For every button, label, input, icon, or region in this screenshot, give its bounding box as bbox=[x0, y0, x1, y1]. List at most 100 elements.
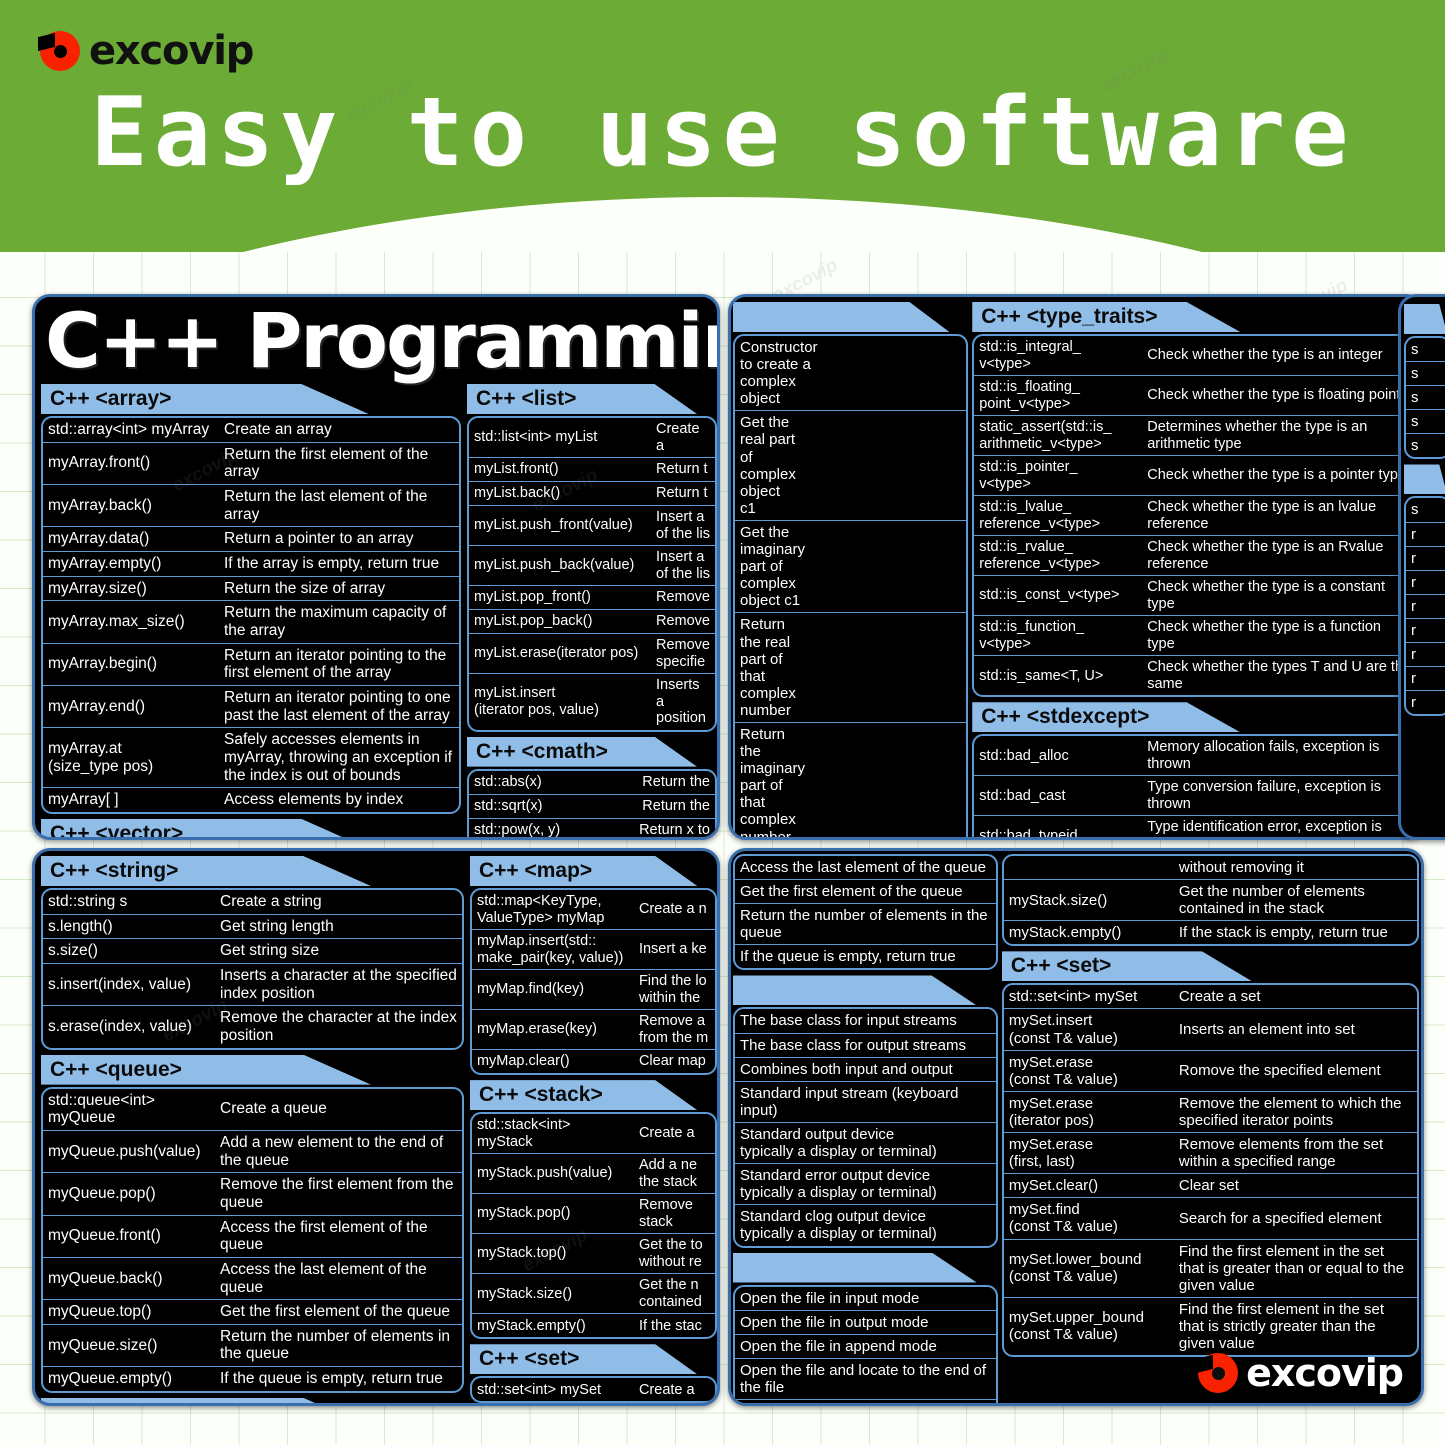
table-row: myQueue.front() Access the first element … bbox=[43, 1214, 462, 1257]
table-cell-desc: Create a set bbox=[1178, 988, 1261, 1006]
table-row: myList.push_back(value) Insert a of the li… bbox=[469, 545, 715, 585]
table-row: myList.erase(iterator pos) Remove specifie bbox=[469, 633, 715, 673]
table-cell-key: mySet.erase (const T& value) bbox=[1008, 1053, 1118, 1088]
table-row: myList.pop_front() Remove bbox=[469, 585, 715, 609]
table-cell-desc: Remove stack bbox=[638, 1197, 693, 1230]
table-cell-desc: Create a queue bbox=[220, 1100, 327, 1118]
table-cell-desc: Get the n contained bbox=[638, 1277, 702, 1310]
sticker-panel-bottom-left: C++ <string> std::string s Create a strin… bbox=[32, 848, 720, 1406]
table-row: myArray.empty() If the array is empty, re… bbox=[43, 550, 459, 576]
table-cell-desc: Inserts a position bbox=[656, 677, 706, 727]
table-cell-desc: Get the number of elements contained in … bbox=[1178, 883, 1365, 918]
table-row: std::is_integral_ v<type> Check whether th… bbox=[974, 336, 1417, 375]
table-row: myList.front() Return t bbox=[469, 457, 715, 481]
table-row: myArray.back() Return the last element of… bbox=[43, 483, 459, 526]
table-cell-key: mySet.clear() bbox=[1008, 1177, 1099, 1195]
table-row: s.erase(index, value) Remove the characte… bbox=[43, 1005, 462, 1047]
table-cell-key: myArray.back() bbox=[48, 496, 152, 514]
table-cell-desc: The base class for input streams bbox=[740, 1012, 957, 1030]
table-cell-desc: Inserts an element into set bbox=[1178, 1021, 1355, 1039]
table-cell-key: std::is_function_ v<type> bbox=[979, 619, 1085, 652]
table-cell-key: myArray.begin() bbox=[48, 655, 158, 673]
table-row: Open the file and truncate the file bbox=[735, 1398, 996, 1404]
table-row: std::is_rvalue_ reference_v<type> Check wh… bbox=[974, 535, 1417, 575]
table-row: myStack.pop() Remove stack bbox=[471, 1193, 715, 1233]
table-cell-key: std::stack<int> myStack bbox=[476, 1117, 571, 1150]
table-row: myList.pop_back() Remove bbox=[469, 609, 715, 633]
table-row: myStack.push(value) Add a ne the stack bbox=[471, 1153, 715, 1193]
table-row: myArray.max_size() Return the maximum cap… bbox=[43, 600, 459, 642]
sticker-panel-top-right: Constructor to create a complex object Ge… bbox=[728, 294, 1424, 840]
table-row: r bbox=[1406, 521, 1445, 546]
table-cell-desc: Get the first element of the queue bbox=[220, 1303, 451, 1321]
table-cell-desc: r bbox=[1411, 621, 1416, 639]
table-cell-key: Get the real part of complex object c1 bbox=[740, 414, 796, 517]
table-cell-key: myArray.front() bbox=[48, 454, 151, 472]
table-row: mySet.erase (const T& value) Romove the sp… bbox=[1003, 1049, 1417, 1091]
table-row: myArray.front() Return the first element … bbox=[43, 441, 459, 484]
table-cell-desc: Get string size bbox=[220, 942, 320, 960]
table-cell-key: std::string s bbox=[48, 893, 128, 910]
table-cell-desc: r bbox=[1411, 525, 1416, 543]
section-header-vector: C++ <vector> bbox=[41, 818, 369, 837]
table-stack-right: without removing it myStack.size() Get the… bbox=[1001, 854, 1419, 947]
table-cell-desc: Find the first element in the set that i… bbox=[1178, 1242, 1405, 1294]
table-row: std::abs(x) Return the bbox=[469, 771, 715, 794]
table-row: myArray.size() Return the size of array bbox=[43, 575, 459, 601]
table-row: static_assert(std::is_ arithmetic_v<type>… bbox=[974, 415, 1417, 455]
table-row: r bbox=[1406, 617, 1445, 642]
table-cell-key: myArray.at (size_type pos) bbox=[48, 740, 154, 775]
table-cell-desc: Return t bbox=[656, 485, 708, 502]
table-row: myStack.size() Get the number of elements… bbox=[1003, 879, 1417, 920]
table-row: Return the real part of that complex num… bbox=[735, 612, 967, 722]
table-stack: std::stack<int> myStack Create a myStack.p… bbox=[469, 1112, 717, 1340]
table-row: myQueue.pop() Remove the first element fr… bbox=[43, 1172, 462, 1214]
table-cell-desc: Determines whether the type is an arithm… bbox=[1147, 419, 1368, 452]
table-row: myArray.at (size_type pos) Safely accesses… bbox=[43, 727, 459, 787]
table-row: myMap.find(key) Find the lo within the bbox=[471, 969, 715, 1009]
table-row: std::queue<int> myQueue Create a queue bbox=[43, 1089, 462, 1130]
table-row: The base class for output streams bbox=[735, 1032, 996, 1057]
table-cell-key: myStack.push(value) bbox=[476, 1165, 613, 1182]
table-row: myMap.clear() Clear map bbox=[471, 1049, 715, 1073]
table-cell-desc: The base class for output streams bbox=[740, 1036, 966, 1054]
table-cell-desc: Open the file and truncate the file bbox=[735, 1400, 996, 1404]
footer-brand-lockup: excovip bbox=[1196, 1351, 1404, 1395]
table-row: myQueue.empty() If the queue is empty, re… bbox=[43, 1366, 462, 1391]
table-type-traits: std::is_integral_ v<type> Check whether th… bbox=[972, 334, 1419, 698]
table-row: mySet.upper_bound (const T& value) Find th… bbox=[1003, 1296, 1417, 1355]
section-header-set-left: C++ <set> bbox=[469, 1344, 698, 1375]
table-row: Combines both input and output bbox=[735, 1056, 996, 1081]
table-cell-key: std::is_rvalue_ reference_v<type> bbox=[979, 539, 1101, 572]
table-cell-desc: Combines both input and output bbox=[740, 1060, 953, 1078]
table-cell-desc: Memory allocation fails, exception is th… bbox=[1147, 739, 1380, 772]
table-cell-desc: Find the first element in the set that i… bbox=[1178, 1300, 1384, 1352]
table-cell-desc bbox=[745, 723, 966, 837]
table-row: Open the file and locate to the end of t… bbox=[735, 1357, 996, 1399]
table-row: myQueue.push(value) Add a new element to … bbox=[43, 1129, 462, 1172]
table-row: If the queue is empty, return true bbox=[735, 944, 996, 968]
table-row: r bbox=[1406, 593, 1445, 618]
table-cell-key: myQueue.top() bbox=[48, 1303, 152, 1321]
table-cell-desc: r bbox=[1411, 694, 1416, 712]
table-cell-key: myMap.erase(key) bbox=[476, 1021, 598, 1038]
table-cell-key: std::queue<int> myQueue bbox=[48, 1091, 155, 1127]
table-cell-desc: Safely accesses elements in myArray, thr… bbox=[224, 731, 453, 784]
table-clipped-a: sssss bbox=[1404, 336, 1445, 460]
section-header-iostream-desc bbox=[733, 975, 977, 1006]
table-row: Standard error output device typically a … bbox=[735, 1163, 996, 1204]
table-cell-desc: s bbox=[1411, 413, 1419, 431]
sticker-panel-clipped-right: sssss srrrrrrrr bbox=[1398, 294, 1445, 840]
section-header-type-traits: C++ <type_traits> bbox=[972, 302, 1241, 332]
table-row: std::bad_typeid Type identification error… bbox=[974, 815, 1417, 837]
table-cell-key: std::is_floating_ point_v<type> bbox=[979, 379, 1080, 412]
table-cell-desc: If the array is empty, return true bbox=[224, 554, 440, 572]
table-cell-key: myStack.empty() bbox=[1008, 924, 1122, 942]
table-cell-desc: Standard input stream (keyboard input) bbox=[740, 1084, 959, 1119]
table-row: s bbox=[1406, 433, 1445, 457]
table-row: std::is_floating_ point_v<type> Check whet… bbox=[974, 375, 1417, 415]
table-row: Open the file in append mode bbox=[735, 1333, 996, 1358]
table-cell-desc: Get the to without re bbox=[638, 1237, 703, 1270]
table-cell-desc: s bbox=[1411, 389, 1419, 407]
table-row: myArray[ ] Access elements by index bbox=[43, 787, 459, 812]
